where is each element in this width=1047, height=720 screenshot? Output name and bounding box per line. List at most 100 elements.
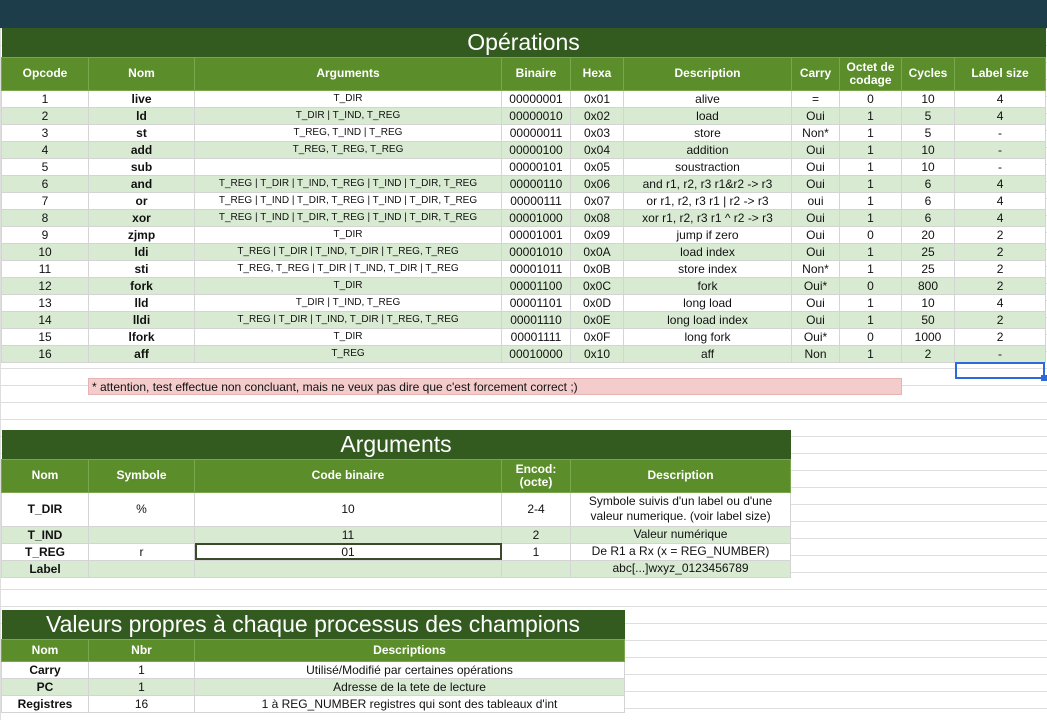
cell-carry[interactable]: Oui — [791, 174, 840, 193]
cell-arguments[interactable] — [194, 157, 502, 176]
cell-carry[interactable]: Oui — [791, 106, 840, 125]
cell-label-size[interactable]: 4 — [953, 191, 1047, 210]
cell-binaire[interactable]: 00000110 — [501, 174, 571, 193]
cell-nom[interactable]: st — [88, 123, 195, 142]
header-symbole[interactable]: Symbole — [88, 458, 195, 493]
cell-binaire[interactable]: 00001011 — [501, 259, 571, 278]
cell-octet[interactable]: 1 — [839, 174, 902, 193]
cell-opcode[interactable]: 11 — [1, 259, 89, 278]
cell-label-size[interactable]: 2 — [953, 276, 1047, 295]
cell-carry[interactable]: Oui — [791, 225, 840, 244]
header-description[interactable]: Description — [623, 56, 792, 91]
cell-binaire[interactable]: 00000001 — [501, 89, 571, 108]
cell-nom[interactable]: T_REG — [1, 542, 89, 561]
cell-description[interactable]: Valeur numérique — [569, 525, 792, 544]
cell-arguments[interactable]: T_REG, T_REG, T_REG — [194, 140, 502, 159]
cell-nom[interactable]: T_DIR — [1, 491, 89, 527]
cell-arguments[interactable]: T_REG | T_DIR | T_IND, T_DIR | T_REG, T_… — [194, 242, 502, 261]
cell-description[interactable]: abc[...]wxyz_0123456789 — [569, 559, 792, 578]
cell-nom[interactable]: add — [88, 140, 195, 159]
cell-hexa[interactable]: 0x04 — [570, 140, 624, 159]
cell-octet[interactable]: 1 — [839, 106, 902, 125]
cell-opcode[interactable]: 8 — [1, 208, 89, 227]
cell-description[interactable]: or r1, r2, r3 r1 | r2 -> r3 — [623, 191, 792, 210]
cell-description[interactable]: and r1, r2, r3 r1&r2 -> r3 — [623, 174, 792, 193]
cell-cycles[interactable]: 10 — [901, 89, 955, 108]
cell-description[interactable]: load index — [623, 242, 792, 261]
cell-description[interactable]: addition — [623, 140, 792, 159]
cell-hexa[interactable]: 0x01 — [570, 89, 624, 108]
cell-nom[interactable]: lldi — [88, 310, 195, 329]
cell-opcode[interactable]: 2 — [1, 106, 89, 125]
cell-description[interactable]: Symbole suivis d'un label ou d'une valeu… — [569, 491, 792, 527]
cell-label-size[interactable]: 2 — [953, 242, 1047, 261]
header-descriptions[interactable]: Descriptions — [193, 638, 626, 662]
cell-descriptions[interactable]: Adresse de la tete de lecture — [193, 677, 626, 696]
cell-opcode[interactable]: 4 — [1, 140, 89, 159]
cell-description[interactable]: store — [623, 123, 792, 142]
cell-octet[interactable]: 1 — [839, 310, 902, 329]
cell-code-binaire[interactable]: 11 — [194, 525, 502, 544]
cell-opcode[interactable]: 3 — [1, 123, 89, 142]
cell-binaire[interactable]: 00000010 — [501, 106, 571, 125]
cell-cycles[interactable]: 10 — [901, 140, 955, 159]
header-nom[interactable]: Nom — [1, 638, 89, 662]
cell-binaire[interactable]: 00001110 — [501, 310, 571, 329]
cell-nom[interactable]: sub — [88, 157, 195, 176]
cell-binaire[interactable]: 00001111 — [501, 327, 571, 346]
cell-opcode[interactable]: 13 — [1, 293, 89, 312]
fill-handle[interactable] — [1041, 375, 1047, 381]
cell-arguments[interactable]: T_DIR — [194, 327, 502, 346]
cell-nbr[interactable]: 1 — [88, 677, 195, 696]
cell-opcode[interactable]: 12 — [1, 276, 89, 295]
header-opcode[interactable]: Opcode — [1, 56, 89, 91]
cell-nom[interactable]: sti — [88, 259, 195, 278]
cell-arguments[interactable]: T_REG | T_IND | T_DIR, T_REG | T_IND | T… — [194, 191, 502, 210]
cell-nom[interactable]: xor — [88, 208, 195, 227]
cell-arguments[interactable]: T_REG — [194, 344, 502, 363]
cell-description[interactable]: jump if zero — [623, 225, 792, 244]
cell-cycles[interactable]: 20 — [901, 225, 955, 244]
header-label-size[interactable]: Label size — [953, 56, 1047, 91]
cell-code-binaire[interactable]: 01 — [194, 542, 502, 561]
cell-octet[interactable]: 1 — [839, 123, 902, 142]
cell-octet[interactable]: 1 — [839, 242, 902, 261]
cell-encod[interactable]: 2-4 — [501, 491, 571, 527]
cell-symbole[interactable] — [88, 559, 195, 578]
cell-label-size[interactable]: 4 — [953, 106, 1047, 125]
cell-description[interactable]: xor r1, r2, r3 r1 ^ r2 -> r3 — [623, 208, 792, 227]
header-encod[interactable]: Encod: (octe) — [501, 458, 571, 493]
cell-cycles[interactable]: 25 — [901, 242, 955, 261]
cell-symbole[interactable]: % — [88, 491, 195, 527]
cell-descriptions[interactable]: Utilisé/Modifié par certaines opérations — [193, 660, 626, 679]
cell-carry[interactable]: Non* — [791, 123, 840, 142]
cell-hexa[interactable]: 0x0C — [570, 276, 624, 295]
cell-carry[interactable]: Oui — [791, 242, 840, 261]
cell-label-size[interactable]: 4 — [953, 208, 1047, 227]
cell-hexa[interactable]: 0x0D — [570, 293, 624, 312]
cell-symbole[interactable] — [88, 525, 195, 544]
cell-opcode[interactable]: 15 — [1, 327, 89, 346]
cell-binaire[interactable]: 00001100 — [501, 276, 571, 295]
cell-octet[interactable]: 1 — [839, 157, 902, 176]
cell-cycles[interactable]: 5 — [901, 123, 955, 142]
cell-nom[interactable]: lld — [88, 293, 195, 312]
cell-encod[interactable] — [501, 559, 571, 578]
cell-encod[interactable]: 1 — [501, 542, 571, 561]
cell-opcode[interactable]: 5 — [1, 157, 89, 176]
note-cell[interactable]: * attention, test effectue non concluant… — [88, 378, 902, 395]
cell-label-size[interactable]: - — [953, 123, 1047, 142]
cell-code-binaire[interactable]: 10 — [194, 491, 502, 527]
cell-opcode[interactable]: 6 — [1, 174, 89, 193]
cell-octet[interactable]: 0 — [839, 225, 902, 244]
cell-cycles[interactable]: 6 — [901, 191, 955, 210]
cell-label-size[interactable]: 2 — [953, 259, 1047, 278]
cell-description[interactable]: long load — [623, 293, 792, 312]
header-cycles[interactable]: Cycles — [901, 56, 955, 91]
header-hexa[interactable]: Hexa — [570, 56, 624, 91]
header-arguments[interactable]: Arguments — [194, 56, 502, 91]
cell-carry[interactable]: Oui — [791, 310, 840, 329]
cell-binaire[interactable]: 00001001 — [501, 225, 571, 244]
header-code-binaire[interactable]: Code binaire — [194, 458, 502, 493]
cell-binaire[interactable]: 00000101 — [501, 157, 571, 176]
